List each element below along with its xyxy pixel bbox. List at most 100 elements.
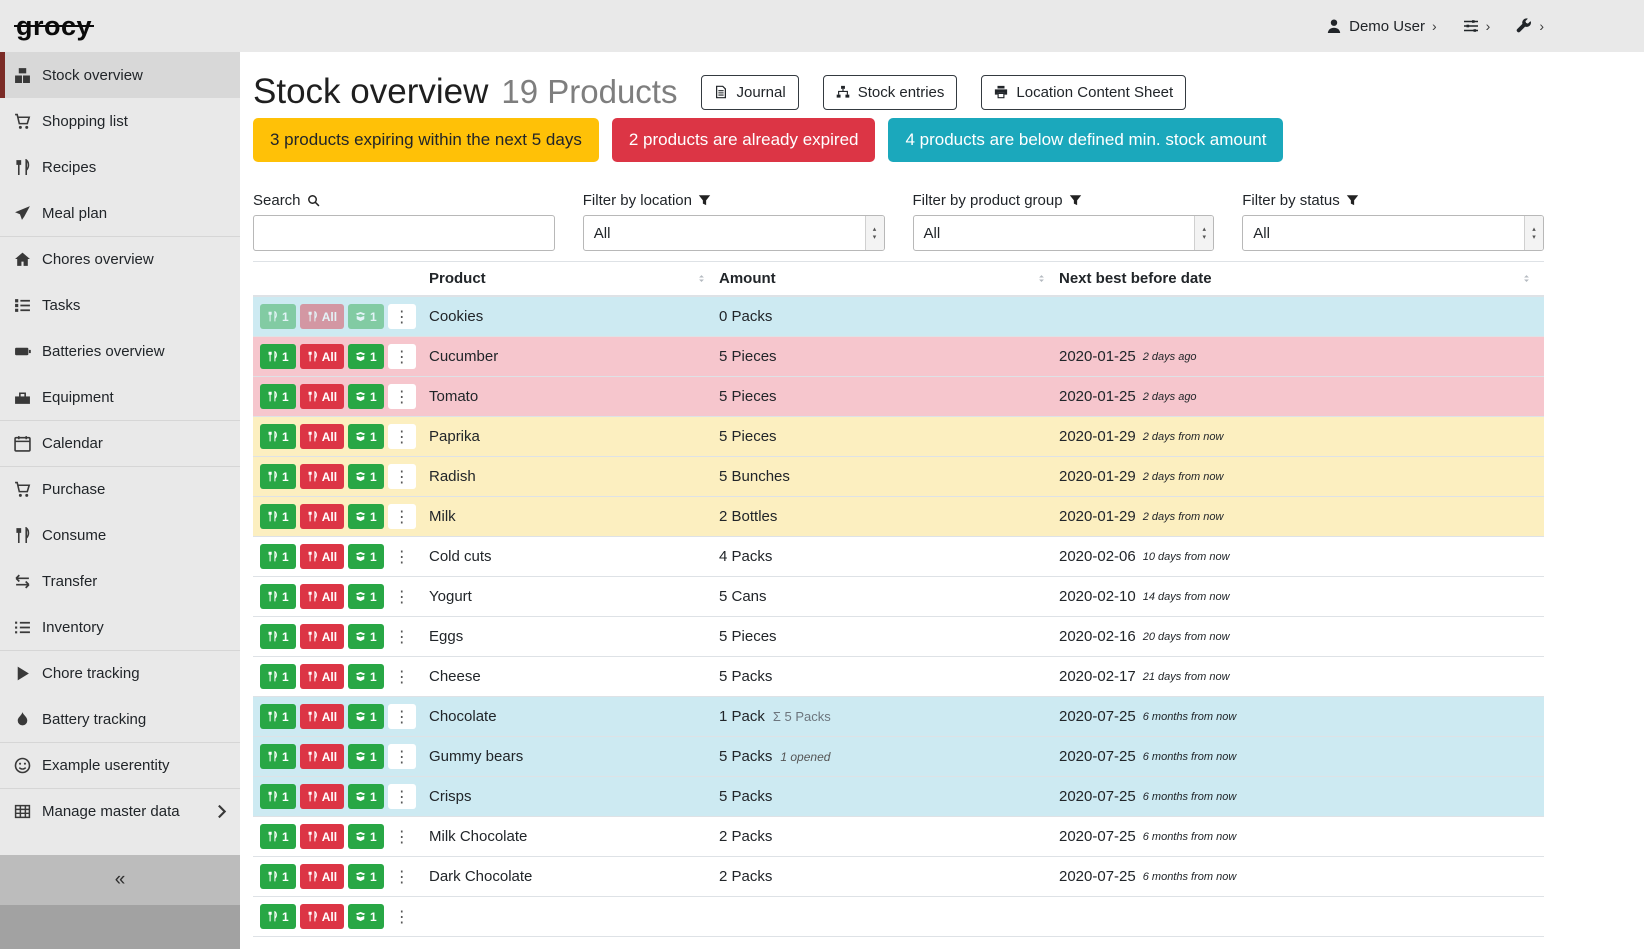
open-one-button[interactable]: 1	[348, 344, 384, 369]
open-one-button[interactable]: 1	[348, 624, 384, 649]
open-one-button[interactable]: 1	[348, 864, 384, 889]
consume-all-button[interactable]: All	[300, 464, 344, 489]
consume-one-button[interactable]: 1	[260, 864, 296, 889]
sidebar-item-stock-overview[interactable]: Stock overview	[0, 52, 240, 98]
open-one-button[interactable]: 1	[348, 664, 384, 689]
best-before-column-header[interactable]: Next best before date	[1059, 262, 1544, 295]
sidebar-item-calendar[interactable]: Calendar	[0, 420, 240, 466]
open-one-button[interactable]: 1	[348, 464, 384, 489]
open-one-button[interactable]: 1	[348, 704, 384, 729]
user-menu[interactable]: Demo User ›	[1326, 18, 1437, 35]
consume-one-button[interactable]: 1	[260, 704, 296, 729]
sidebar-item-purchase[interactable]: Purchase	[0, 466, 240, 512]
consume-all-button[interactable]: All	[300, 784, 344, 809]
open-one-button[interactable]: 1	[348, 784, 384, 809]
consume-one-button[interactable]: 1	[260, 584, 296, 609]
sidebar-item-meal-plan[interactable]: Meal plan	[0, 190, 240, 236]
journal-button[interactable]: Journal	[701, 75, 798, 110]
consume-all-button[interactable]: All	[300, 424, 344, 449]
open-one-button[interactable]: 1	[348, 544, 384, 569]
consume-one-button[interactable]: 1	[260, 544, 296, 569]
sidebar-item-example-userentity[interactable]: Example userentity	[0, 742, 240, 788]
row-menu-button[interactable]: ⋮	[388, 784, 416, 809]
open-one-button[interactable]: 1	[348, 304, 384, 329]
product-column-header[interactable]: Product	[429, 262, 719, 295]
row-menu-button[interactable]: ⋮	[388, 704, 416, 729]
amount-column-header[interactable]: Amount	[719, 262, 1059, 295]
consume-all-button[interactable]: All	[300, 824, 344, 849]
expiring-soon-alert[interactable]: 3 products expiring within the next 5 da…	[253, 118, 599, 162]
row-menu-button[interactable]: ⋮	[388, 744, 416, 769]
consume-one-button[interactable]: 1	[260, 504, 296, 529]
row-menu-button[interactable]: ⋮	[388, 584, 416, 609]
location-select[interactable]: All ▴▾	[583, 215, 885, 251]
row-menu-button[interactable]: ⋮	[388, 664, 416, 689]
settings-menu[interactable]: ›	[1463, 18, 1491, 34]
sidebar-item-battery-tracking[interactable]: Battery tracking	[0, 696, 240, 742]
sidebar-item-tasks[interactable]: Tasks	[0, 282, 240, 328]
search-input[interactable]	[253, 215, 555, 251]
open-one-button[interactable]: 1	[348, 584, 384, 609]
consume-one-button[interactable]: 1	[260, 384, 296, 409]
open-one-button[interactable]: 1	[348, 424, 384, 449]
admin-menu[interactable]: ›	[1516, 18, 1544, 34]
consume-all-button[interactable]: All	[300, 504, 344, 529]
row-menu-button[interactable]: ⋮	[388, 464, 416, 489]
consume-all-button[interactable]: All	[300, 664, 344, 689]
row-menu-button[interactable]: ⋮	[388, 864, 416, 889]
consume-all-button[interactable]: All	[300, 304, 344, 329]
consume-one-button[interactable]: 1	[260, 624, 296, 649]
sidebar-item-consume[interactable]: Consume	[0, 512, 240, 558]
consume-one-button[interactable]: 1	[260, 664, 296, 689]
expired-alert[interactable]: 2 products are already expired	[612, 118, 876, 162]
sidebar-item-batteries-overview[interactable]: Batteries overview	[0, 328, 240, 374]
consume-all-button[interactable]: All	[300, 904, 344, 929]
consume-all-button[interactable]: All	[300, 584, 344, 609]
consume-one-button[interactable]: 1	[260, 464, 296, 489]
sidebar-item-manage-master-data[interactable]: Manage master data	[0, 788, 240, 834]
consume-all-button[interactable]: All	[300, 384, 344, 409]
row-menu-button[interactable]: ⋮	[388, 904, 416, 929]
consume-all-button[interactable]: All	[300, 704, 344, 729]
product-group-select[interactable]: All ▴▾	[913, 215, 1215, 251]
open-one-button[interactable]: 1	[348, 824, 384, 849]
open-one-button[interactable]: 1	[348, 904, 384, 929]
consume-one-button[interactable]: 1	[260, 904, 296, 929]
box-open-icon	[355, 871, 366, 882]
sidebar-collapse-button[interactable]: «	[0, 855, 240, 905]
consume-one-button[interactable]: 1	[260, 824, 296, 849]
consume-all-button[interactable]: All	[300, 344, 344, 369]
location-content-sheet-button[interactable]: Location Content Sheet	[981, 75, 1186, 110]
consume-one-button[interactable]: 1	[260, 784, 296, 809]
consume-one-button[interactable]: 1	[260, 424, 296, 449]
consume-all-button[interactable]: All	[300, 544, 344, 569]
row-menu-button[interactable]: ⋮	[388, 544, 416, 569]
stock-entries-button[interactable]: Stock entries	[823, 75, 958, 110]
row-menu-button[interactable]: ⋮	[388, 504, 416, 529]
open-one-button[interactable]: 1	[348, 384, 384, 409]
row-menu-button[interactable]: ⋮	[388, 824, 416, 849]
consume-one-button[interactable]: 1	[260, 344, 296, 369]
row-menu-button[interactable]: ⋮	[388, 344, 416, 369]
consume-all-button[interactable]: All	[300, 624, 344, 649]
consume-one-button[interactable]: 1	[260, 304, 296, 329]
sidebar-item-chore-tracking[interactable]: Chore tracking	[0, 650, 240, 696]
consume-one-button[interactable]: 1	[260, 744, 296, 769]
row-menu-button[interactable]: ⋮	[388, 304, 416, 329]
grocy-logo[interactable]: grocy	[16, 11, 92, 42]
sidebar-item-shopping-list[interactable]: Shopping list	[0, 98, 240, 144]
row-menu-button[interactable]: ⋮	[388, 624, 416, 649]
below-min-stock-alert[interactable]: 4 products are below defined min. stock …	[888, 118, 1283, 162]
open-one-button[interactable]: 1	[348, 744, 384, 769]
sidebar-item-chores-overview[interactable]: Chores overview	[0, 236, 240, 282]
row-menu-button[interactable]: ⋮	[388, 424, 416, 449]
consume-all-button[interactable]: All	[300, 744, 344, 769]
sidebar-item-transfer[interactable]: Transfer	[0, 558, 240, 604]
row-menu-button[interactable]: ⋮	[388, 384, 416, 409]
sidebar-item-recipes[interactable]: Recipes	[0, 144, 240, 190]
status-select[interactable]: All ▴▾	[1242, 215, 1544, 251]
sidebar-item-equipment[interactable]: Equipment	[0, 374, 240, 420]
consume-all-button[interactable]: All	[300, 864, 344, 889]
open-one-button[interactable]: 1	[348, 504, 384, 529]
sidebar-item-inventory[interactable]: Inventory	[0, 604, 240, 650]
